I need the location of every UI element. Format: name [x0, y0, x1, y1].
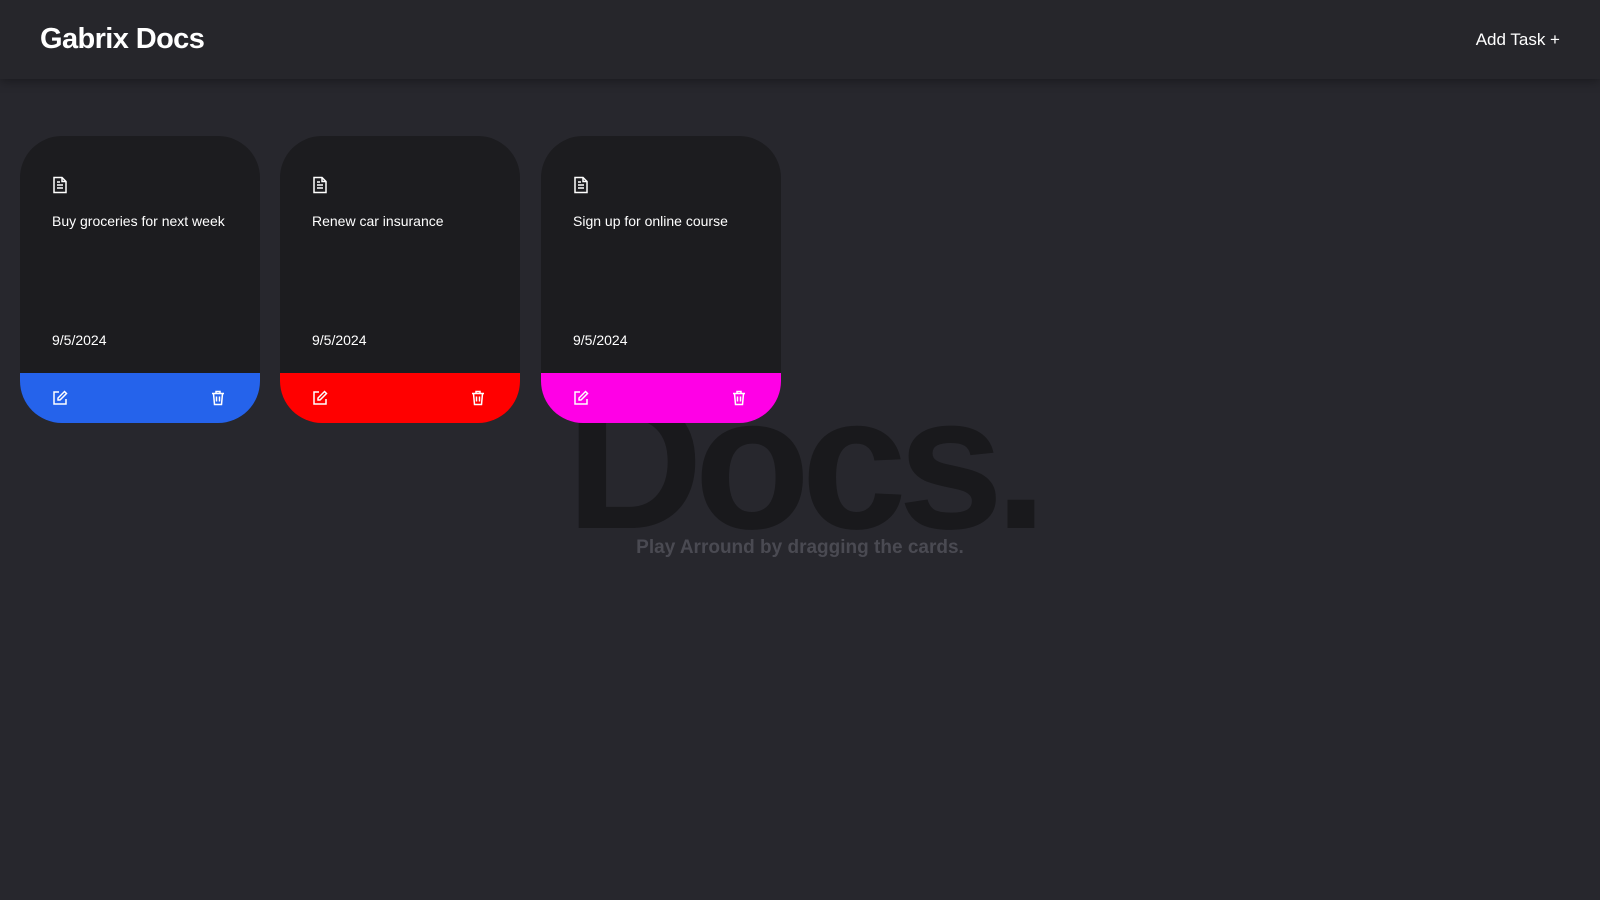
- task-card-footer: [541, 373, 781, 423]
- task-card[interactable]: Sign up for online course 9/5/2024: [541, 136, 781, 423]
- task-title: Buy groceries for next week: [52, 213, 225, 229]
- document-icon: [312, 176, 328, 194]
- task-date: 9/5/2024: [312, 332, 367, 348]
- task-card[interactable]: Renew car insurance 9/5/2024: [280, 136, 520, 423]
- task-title: Sign up for online course: [573, 213, 728, 229]
- delete-task-button[interactable]: [729, 388, 749, 408]
- trash-icon: [471, 390, 485, 406]
- edit-task-button[interactable]: [50, 388, 70, 408]
- trash-icon: [211, 390, 225, 406]
- edit-task-button[interactable]: [571, 388, 591, 408]
- trash-icon: [732, 390, 746, 406]
- edit-task-button[interactable]: [310, 388, 330, 408]
- brand-title: Gabrix Docs: [40, 23, 205, 55]
- task-date: 9/5/2024: [573, 332, 628, 348]
- edit-icon: [312, 390, 328, 406]
- delete-task-button[interactable]: [468, 388, 488, 408]
- task-card[interactable]: Buy groceries for next week 9/5/2024: [20, 136, 260, 423]
- task-card-footer: [20, 373, 260, 423]
- edit-icon: [52, 390, 68, 406]
- task-date: 9/5/2024: [52, 332, 107, 348]
- edit-icon: [573, 390, 589, 406]
- drag-hint-text: Play Arround by dragging the cards.: [636, 537, 964, 558]
- delete-task-button[interactable]: [208, 388, 228, 408]
- document-icon: [52, 176, 68, 194]
- document-icon: [573, 176, 589, 194]
- app-header: Gabrix Docs Add Task +: [0, 0, 1600, 79]
- task-title: Renew car insurance: [312, 213, 444, 229]
- task-card-footer: [280, 373, 520, 423]
- add-task-button[interactable]: Add Task +: [1476, 30, 1560, 50]
